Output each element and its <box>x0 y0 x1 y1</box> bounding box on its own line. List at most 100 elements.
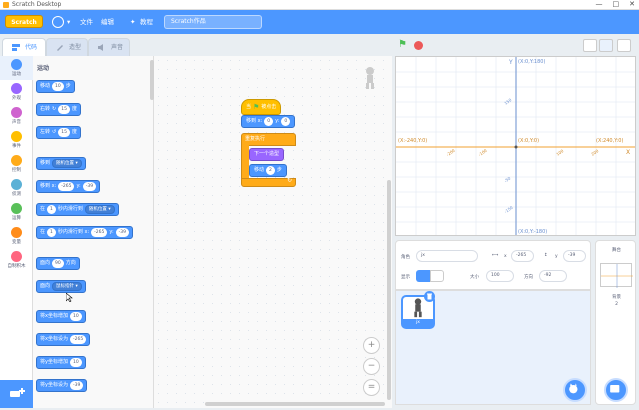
block-input[interactable]: 0 <box>281 117 291 126</box>
block-change-y[interactable]: 将y坐标增加 10 <box>36 356 86 369</box>
cat-icon <box>569 383 578 394</box>
block-turn-left[interactable]: 左转 ↺ 15 度 <box>36 126 81 139</box>
block-input[interactable]: 2 <box>266 166 275 175</box>
block-point-towards[interactable]: 面向 鼠标指针 ▾ <box>36 280 86 293</box>
script-goto-xy[interactable]: 移到 x: 0 y: 0 <box>241 115 296 128</box>
block-input[interactable]: -265 <box>91 228 108 237</box>
workspace-vertical-scrollbar[interactable] <box>387 180 391 400</box>
block-input[interactable]: -265 <box>69 335 87 344</box>
scratch-logo[interactable]: Scratch <box>5 15 43 28</box>
category-variables[interactable]: 变量 <box>0 224 33 248</box>
minimize-button[interactable]: — <box>596 0 603 8</box>
category-sensing[interactable]: 侦测 <box>0 176 33 200</box>
script-when-flag-clicked[interactable]: 当 ⚑ 被点击 <box>241 99 282 115</box>
block-input[interactable]: 10 <box>69 358 82 367</box>
tab-code[interactable]: 代码 <box>2 38 46 56</box>
close-window-button[interactable]: ✕ <box>629 0 635 8</box>
app-icon <box>3 2 9 8</box>
green-flag-icon[interactable]: ⚑ <box>398 39 407 50</box>
zoom-out-button[interactable]: − <box>363 358 380 375</box>
sprite-name-input[interactable]: jx <box>416 250 478 262</box>
fullscreen-button[interactable] <box>617 39 631 52</box>
small-stage-button[interactable] <box>583 39 597 52</box>
tab-costumes[interactable]: 造型 <box>46 38 88 56</box>
category-motion[interactable]: 运动 <box>0 56 33 80</box>
category-looks[interactable]: 外观 <box>0 80 33 104</box>
category-menu: 运动 外观 声音 事件 控制 侦测 运算 变量 自制积木 <box>0 56 33 408</box>
zoom-reset-button[interactable]: = <box>363 379 380 396</box>
show-hidden-toggle[interactable] <box>430 270 444 282</box>
block-palette: 运动 移动 10 步 右转 ↻ 15 度 左转 ↺ 15 度 移到 随机位置 ▾ 移到 x: -26… <box>33 56 154 408</box>
forever-label: 重复执行 <box>245 136 266 142</box>
block-text: 秒内滑行到 <box>57 206 83 212</box>
add-sprite-button[interactable] <box>563 378 587 402</box>
category-control[interactable]: 控制 <box>0 152 33 176</box>
menu-file[interactable]: 文件 <box>80 16 93 28</box>
block-input[interactable]: -39 <box>69 381 84 390</box>
rotate-left-icon: ↺ <box>52 129 57 135</box>
script-next-costume[interactable]: 下一个造型 <box>249 148 285 161</box>
block-input[interactable]: -39 <box>82 182 97 191</box>
block-text: 将x坐标增加 <box>40 313 68 319</box>
project-title-input[interactable]: Scratch作品 <box>164 15 262 29</box>
mouse-cursor-icon <box>66 293 73 302</box>
block-input[interactable]: 1 <box>47 205 56 214</box>
block-turn-right[interactable]: 右转 ↻ 15 度 <box>36 103 81 116</box>
block-input[interactable]: -265 <box>58 182 75 191</box>
block-point-direction[interactable]: 面向 90 方向 <box>36 257 80 270</box>
block-input[interactable]: 1 <box>47 228 56 237</box>
maximize-button[interactable]: □ <box>613 0 620 8</box>
delete-sprite-button[interactable] <box>424 291 435 302</box>
large-stage-button[interactable] <box>599 39 613 52</box>
block-input[interactable]: 10 <box>52 82 64 91</box>
add-backdrop-button[interactable] <box>604 378 628 402</box>
y-bottom-label: (X:0,Y:-180) <box>518 229 548 235</box>
tutorials-icon[interactable]: ✦ <box>130 16 135 28</box>
stage-thumbnail[interactable] <box>600 263 633 288</box>
sprite-size-input[interactable]: 100 <box>486 270 514 282</box>
language-globe-icon[interactable] <box>52 16 64 28</box>
block-input[interactable]: 90 <box>52 259 64 268</box>
block-dropdown[interactable]: 鼠标指针 ▾ <box>52 282 82 291</box>
block-glide-xy[interactable]: 在 1 秒内滑行到 x: -265 y: -39 <box>36 226 133 239</box>
language-chevron-icon[interactable]: ▾ <box>67 16 70 28</box>
block-text: 方向 <box>65 260 76 266</box>
block-input[interactable]: 10 <box>69 312 82 321</box>
block-goto-xy[interactable]: 移到 x: -265 y: -39 <box>36 180 101 193</box>
zoom-in-button[interactable]: + <box>363 337 380 354</box>
block-dropdown[interactable]: 随机位置 ▾ <box>84 205 115 214</box>
sprite-x-input[interactable]: -265 <box>511 250 534 262</box>
block-dropdown[interactable]: 随机位置 ▾ <box>52 159 82 168</box>
block-set-y[interactable]: 将y坐标设为 -39 <box>36 379 88 392</box>
tab-sounds[interactable]: 声音 <box>88 38 130 56</box>
script-move-steps[interactable]: 移动 2 步 <box>249 164 287 177</box>
block-input[interactable]: 15 <box>58 128 70 137</box>
block-text: 度 <box>71 129 77 135</box>
block-text: 将y坐标设为 <box>40 382 68 388</box>
block-goto[interactable]: 移到 随机位置 ▾ <box>36 157 86 170</box>
sprite-direction-input[interactable]: -92 <box>539 270 567 282</box>
x-left-label: (X:-240,Y:0) <box>398 138 428 144</box>
block-move-steps[interactable]: 移动 10 步 <box>36 80 75 93</box>
category-my-blocks[interactable]: 自制积木 <box>0 248 33 272</box>
add-extension-button[interactable] <box>0 380 33 408</box>
block-input[interactable]: 0 <box>264 117 274 126</box>
workspace-horizontal-scrollbar[interactable] <box>205 402 385 406</box>
block-glide[interactable]: 在 1 秒内滑行到 随机位置 ▾ <box>36 203 119 216</box>
sprite-y-input[interactable]: -39 <box>563 250 586 262</box>
block-change-x[interactable]: 将x坐标增加 10 <box>36 310 86 323</box>
stop-icon[interactable] <box>414 41 423 50</box>
menu-tutorials[interactable]: 教程 <box>140 16 153 28</box>
menu-edit[interactable]: 编辑 <box>101 16 114 28</box>
category-sound[interactable]: 声音 <box>0 104 33 128</box>
category-events[interactable]: 事件 <box>0 128 33 152</box>
block-set-x[interactable]: 将x坐标设为 -265 <box>36 333 91 346</box>
sprite-watermark-icon <box>366 67 374 89</box>
show-visible-toggle[interactable] <box>416 270 430 282</box>
sprite-thumb-name: jx <box>403 319 433 327</box>
sprite-info-panel: 角色 jx ⟷ x -265 ↕ y -39 显示 大小 100 方向 -92 <box>395 240 591 290</box>
category-operators[interactable]: 运算 <box>0 200 33 224</box>
stage-canvas[interactable]: (X:0,Y:180) Y (X:-240,Y:0) (X:0,Y:0) (X:… <box>395 56 636 236</box>
block-input[interactable]: 15 <box>58 105 70 114</box>
block-input[interactable]: -39 <box>115 228 129 237</box>
